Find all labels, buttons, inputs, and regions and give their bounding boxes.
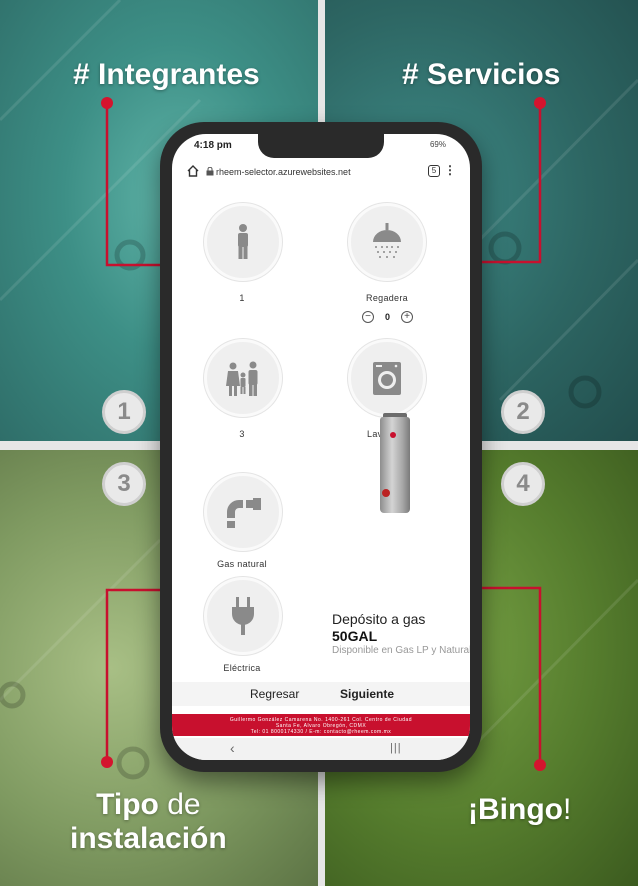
- site-footer: Guillermo González Camarena No. 1400-261…: [172, 714, 470, 736]
- electric-plug-icon: [232, 597, 254, 635]
- option-gas-natural[interactable]: [204, 473, 282, 551]
- heading-integrantes: # Integrantes: [73, 58, 260, 91]
- increment-button[interactable]: +: [401, 311, 414, 323]
- heading-tipo-instalacion: Tipo de instalación: [70, 788, 227, 856]
- status-time: 4:18 pm: [194, 140, 232, 151]
- option-regadera[interactable]: [348, 203, 426, 281]
- option-lavadora[interactable]: [348, 339, 426, 417]
- browser-url-bar[interactable]: rheem-selector.azurewebsites.net 5 ⋮: [172, 161, 470, 185]
- siguiente-button[interactable]: Siguiente: [340, 687, 394, 701]
- shower-icon: [373, 223, 401, 258]
- option-integrantes-3[interactable]: [204, 339, 282, 417]
- heading-bingo-light: !: [562, 793, 572, 826]
- url-text[interactable]: rheem-selector.azurewebsites.net: [216, 167, 416, 177]
- label-electrica: Eléctrica: [223, 663, 261, 673]
- tabs-icon[interactable]: 5: [428, 165, 440, 177]
- product-description: Disponible en Gas LP y Natural: [332, 645, 470, 656]
- family-icon: [226, 361, 258, 396]
- heading-tipo-bold: Tipo: [96, 788, 159, 821]
- heading-bingo-bold: ¡Bingo: [468, 793, 563, 826]
- phone-mockup: 4:18 pm 69% rheem-selector.azurewebsites…: [160, 122, 482, 772]
- regresar-button[interactable]: Regresar: [250, 687, 299, 701]
- step-number-3: 3: [102, 462, 146, 506]
- menu-icon[interactable]: ⋮: [444, 164, 456, 176]
- heater-valve: [382, 489, 390, 497]
- label-regadera: Regadera: [366, 293, 408, 303]
- system-recents-icon[interactable]: |||: [390, 742, 402, 754]
- phone-screen: 4:18 pm 69% rheem-selector.azurewebsites…: [172, 134, 470, 760]
- regadera-count: 0: [385, 312, 391, 322]
- label-integrantes-3: 3: [239, 429, 245, 439]
- label-integrantes-1: 1: [239, 293, 245, 303]
- water-heater-image: [380, 417, 410, 513]
- battery-status: 69%: [429, 140, 446, 149]
- heading-bingo: ¡Bingo!: [468, 793, 571, 827]
- system-back-icon[interactable]: ‹: [230, 740, 235, 756]
- regadera-stepper: − 0 +: [362, 311, 414, 323]
- footer-contact: Tel: 01 8000174330 / E-m: contacto@rheem…: [250, 729, 392, 735]
- selector-app: 1 3 Regadera − 0 + Gas natural Eléctrica: [172, 189, 470, 709]
- decrement-button[interactable]: −: [362, 311, 374, 323]
- heading-servicios: # Servicios: [402, 58, 561, 91]
- heading-tipo-light: de: [158, 788, 201, 821]
- product-title: Depósito a gas: [332, 611, 426, 627]
- rheem-logo-icon: [390, 432, 396, 438]
- heading-instalacion: instalación: [70, 822, 227, 855]
- single-person-icon: [238, 224, 248, 259]
- system-nav-bar: ‹ |||: [172, 738, 470, 760]
- wizard-nav: Regresar Siguiente: [172, 682, 470, 706]
- lock-icon: [206, 167, 214, 176]
- option-integrantes-1[interactable]: [204, 203, 282, 281]
- gas-pipe-icon: [227, 498, 261, 528]
- home-icon[interactable]: [186, 164, 200, 178]
- label-gas-natural: Gas natural: [217, 559, 267, 569]
- step-number-2: 2: [501, 390, 545, 434]
- phone-notch: [258, 134, 384, 158]
- washing-machine-icon: [373, 362, 401, 395]
- option-electrica[interactable]: [204, 577, 282, 655]
- step-number-4: 4: [501, 462, 545, 506]
- product-size: 50GAL: [332, 628, 378, 644]
- step-number-1: 1: [102, 390, 146, 434]
